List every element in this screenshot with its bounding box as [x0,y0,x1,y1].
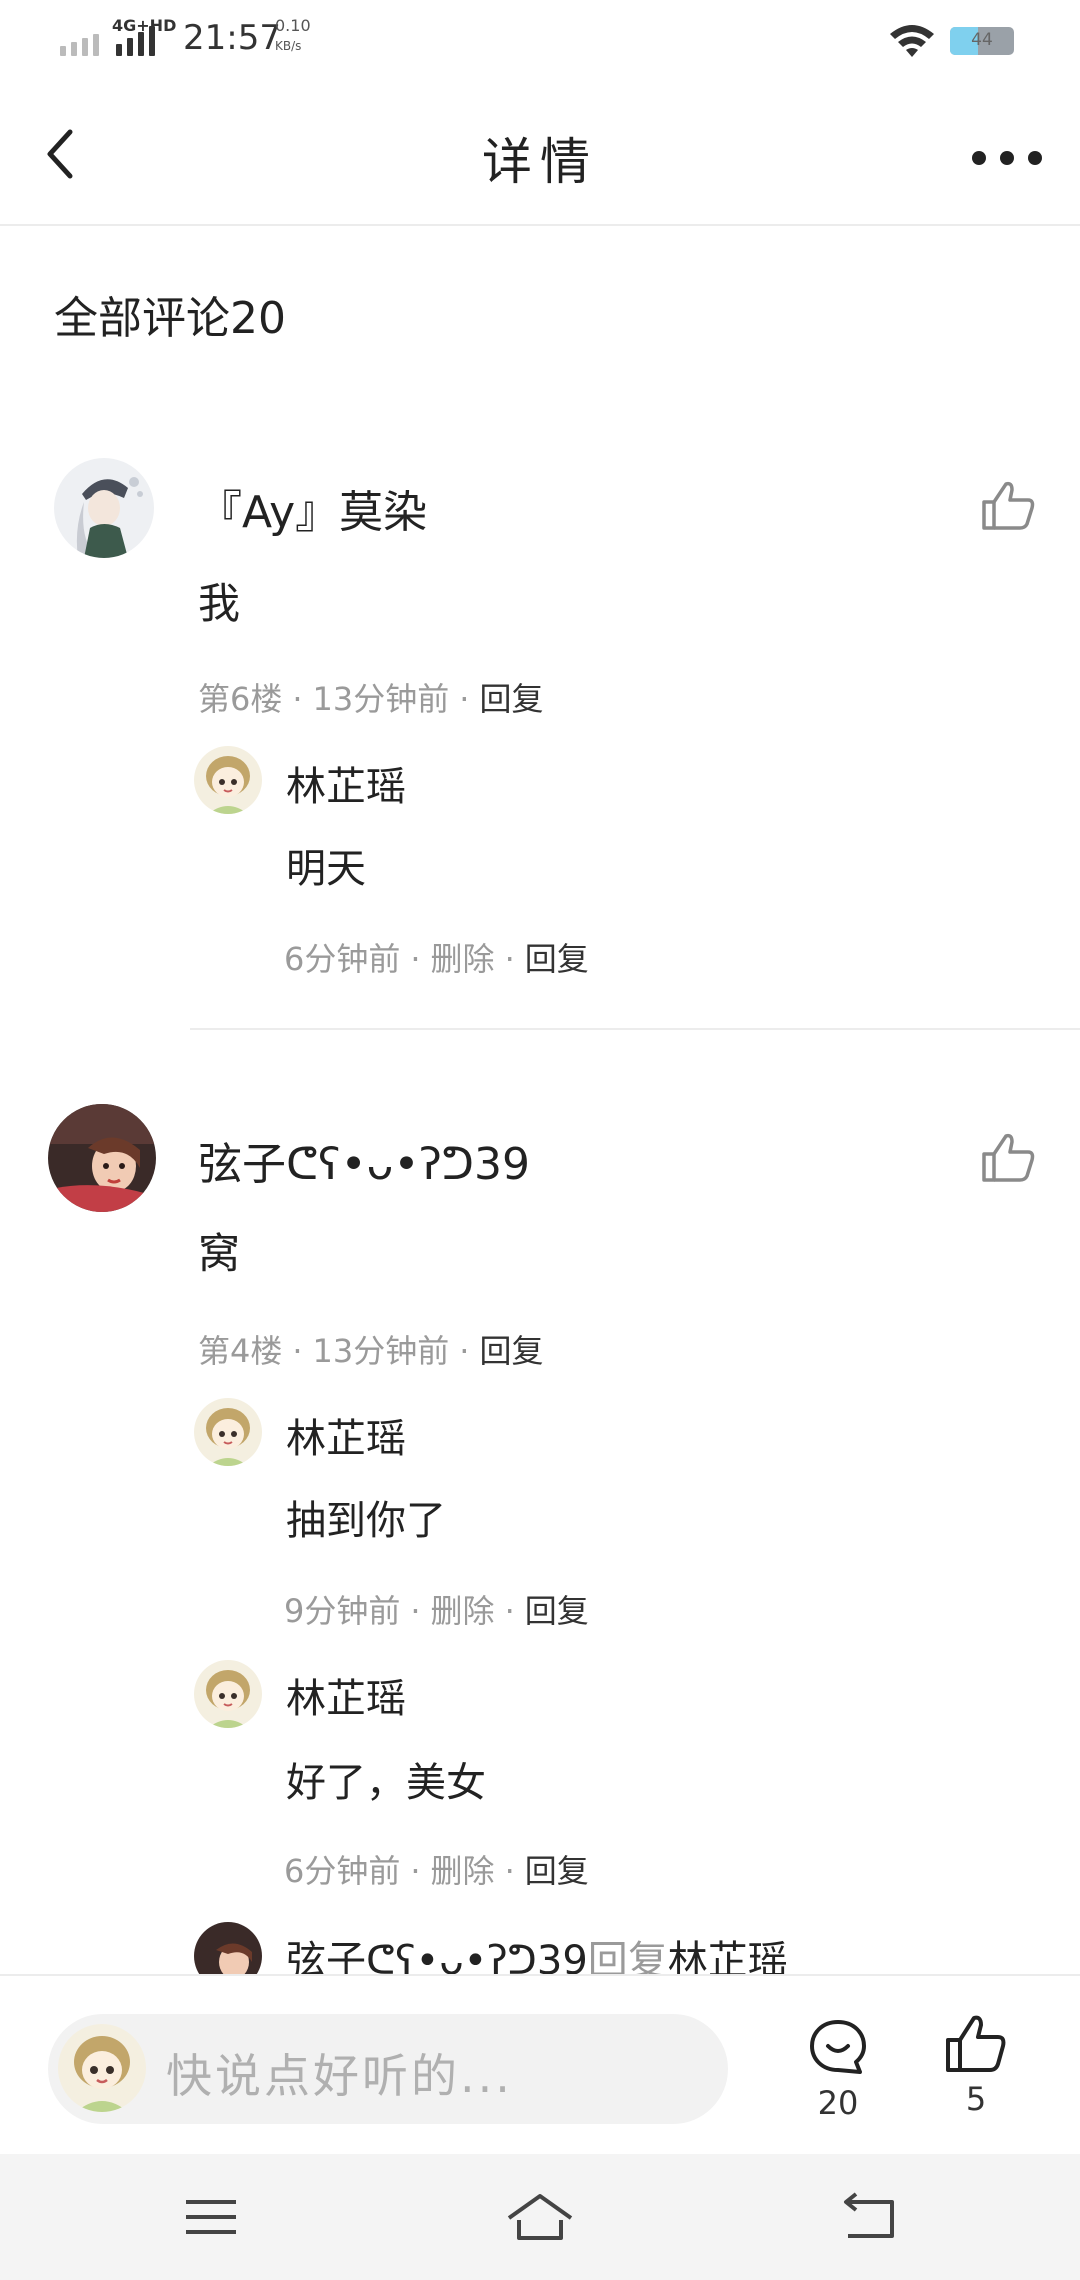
status-bar: 4G+HD 21:57 0.10 KB/s 44 [0,0,1080,80]
comment-content: 窝 [198,1229,241,1278]
signal-strength-2-icon [116,22,155,56]
avatar[interactable] [194,746,262,814]
avatar[interactable] [194,1660,262,1728]
battery-level: 44 [971,30,993,50]
reply-content: 抽到你了 [286,1498,446,1544]
back-nav-icon[interactable] [834,2182,904,2252]
thumb-up-icon[interactable] [980,478,1036,534]
reply-button[interactable]: 回复 [525,940,589,978]
comment-count: 20 [817,2084,859,2122]
home-icon[interactable] [505,2182,575,2252]
delete-button[interactable]: 删除 [431,1592,495,1630]
status-time: 21:57 [183,18,281,58]
page-title: 详情 [482,133,598,191]
reply-button[interactable]: 回复 [479,680,543,718]
reply-button[interactable]: 回复 [525,1592,589,1630]
reply-username[interactable]: 林芷瑶 [286,1666,406,1724]
avatar [58,2024,146,2112]
reply-content: 明天 [286,846,366,892]
thumb-up-icon[interactable] [980,1130,1036,1186]
reply-time: 9分钟前 [284,1592,401,1630]
avatar[interactable] [194,1398,262,1466]
comment-time: 13分钟前 [312,1332,450,1370]
comment-meta: 第6楼 · 13分钟前 · 回复 [198,680,544,718]
system-navigation-bar [0,2154,1080,2280]
signal-strength-1-icon [60,26,99,56]
comment-time: 13分钟前 [312,680,450,718]
menu-icon[interactable] [176,2182,246,2252]
like-count: 5 [965,2080,987,2118]
network-speed: 0.10 KB/s [275,16,311,56]
more-icon[interactable] [972,138,1042,178]
battery-icon: 44 [950,27,1014,55]
avatar[interactable] [48,1104,156,1212]
all-comments-title: 全部评论20 [54,293,286,344]
reply-username[interactable]: 林芷瑶 [286,754,406,812]
comment-content: 我 [198,579,241,628]
comment-input-bar: 快说点好听的... 20 5 [0,1974,1080,2154]
comment-floor: 第4楼 [198,1332,283,1370]
reply-meta: 9分钟前 · 删除 · 回复 [284,1592,589,1630]
comment-bubble-icon [810,2020,866,2074]
avatar[interactable] [54,458,154,558]
comment-username[interactable]: 弦子ᕦʕ•ᴗ•ʔᕤ39 [198,1128,530,1192]
reply-time: 6分钟前 [284,1852,401,1890]
top-navigation-bar: 详情 [0,80,1080,226]
reply-meta: 6分钟前 · 删除 · 回复 [284,1852,589,1890]
comment-placeholder: 快说点好听的... [166,2049,513,2103]
thumb-up-icon [946,2015,1006,2072]
comment-input[interactable]: 快说点好听的... [48,2014,728,2124]
reply-username[interactable]: 林芷瑶 [286,1406,406,1464]
network-speed-value: 0.10 [275,16,311,35]
delete-button[interactable]: 删除 [431,1852,495,1890]
comment-floor: 第6楼 [198,680,283,718]
comment-meta: 第4楼 · 13分钟前 · 回复 [198,1332,544,1370]
network-speed-unit: KB/s [275,39,302,53]
wifi-icon [890,25,934,57]
comment-divider [190,1028,1080,1030]
like-count-button[interactable]: 5 [938,2012,1014,2118]
reply-content: 好了，美女 [286,1760,486,1806]
delete-button[interactable]: 删除 [431,940,495,978]
reply-button[interactable]: 回复 [525,1852,589,1890]
reply-time: 6分钟前 [284,940,401,978]
reply-button[interactable]: 回复 [479,1332,543,1370]
comment-count-button[interactable]: 20 [800,2016,876,2122]
comment-username[interactable]: 『Ay』莫染 [198,476,427,540]
reply-meta: 6分钟前 · 删除 · 回复 [284,940,589,978]
